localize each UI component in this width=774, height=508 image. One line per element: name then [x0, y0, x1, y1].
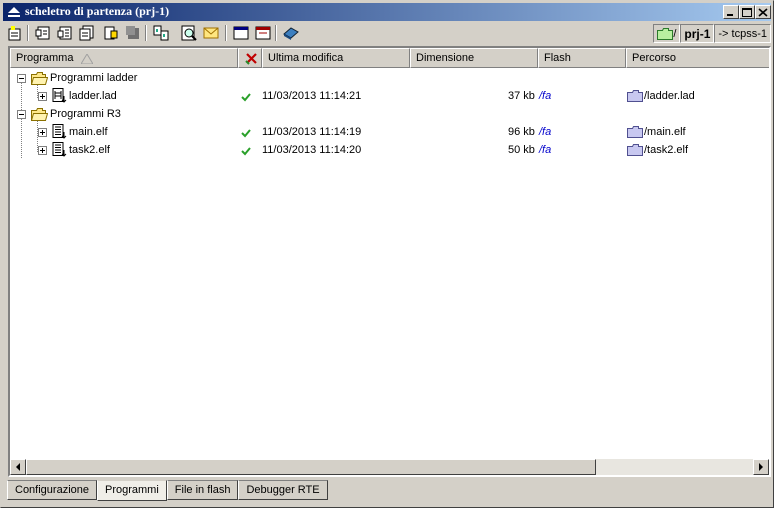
stop-button[interactable]: [123, 24, 143, 42]
arrow-left-icon: [16, 463, 20, 471]
collapse-toggle[interactable]: [17, 110, 26, 119]
expand-toggle[interactable]: [38, 128, 47, 137]
tree-group-programmi-r3[interactable]: Programmi R3: [10, 105, 769, 123]
item-modified: 11/03/2013 11:14:19: [262, 126, 362, 138]
group-label: Programmi R3: [50, 108, 121, 120]
item-path: /main.elf: [644, 126, 686, 138]
scrollbar-thumb[interactable]: [26, 459, 596, 475]
open-file-button[interactable]: [33, 24, 53, 42]
tab-file-in-flash[interactable]: File in flash: [166, 480, 239, 500]
new-project-icon: [8, 26, 21, 41]
maximize-button[interactable]: [739, 5, 755, 19]
elf-file-icon: [52, 142, 67, 157]
toolbar: / prj-1 -> tcpss-1: [3, 22, 771, 44]
tree-group-programmi-ladder[interactable]: Programmi ladder: [10, 69, 769, 87]
item-path: /ladder.lad: [644, 90, 695, 102]
tab-programmi[interactable]: Programmi: [97, 480, 167, 501]
status-x-icon: [245, 53, 257, 65]
title-bar[interactable]: scheletro di partenza (prj-1): [3, 3, 771, 21]
scroll-left-button[interactable]: [10, 459, 26, 475]
list-header: Programma Ultima modifica Dimensione Fla…: [10, 48, 769, 68]
column-header-percorso[interactable]: Percorso: [626, 48, 769, 68]
sort-ascending-icon: [81, 54, 93, 64]
check-icon: [241, 147, 251, 156]
target-name[interactable]: -> tcpss-1: [714, 24, 771, 43]
item-modified: 11/03/2013 11:14:20: [262, 144, 362, 156]
print-button[interactable]: [101, 24, 121, 42]
column-label: Programma: [16, 52, 74, 64]
window-alt-button[interactable]: [253, 24, 273, 42]
item-name: ladder.lad: [69, 90, 117, 102]
column-header-flash[interactable]: Flash: [538, 48, 626, 68]
project-selector: / prj-1 -> tcpss-1: [653, 24, 771, 43]
save-file-button[interactable]: [55, 24, 75, 42]
app-window: scheletro di partenza (prj-1) / prj-1 ->…: [0, 0, 774, 508]
green-folder-icon: [657, 27, 674, 40]
scroll-right-button[interactable]: [753, 459, 769, 475]
stop-icon: [126, 26, 139, 39]
window-title: scheletro di partenza (prj-1): [25, 4, 170, 18]
item-name: task2.elf: [69, 144, 110, 156]
elf-file-icon: [52, 124, 67, 139]
item-flash[interactable]: /fa: [539, 141, 551, 159]
compare-icon: [153, 25, 169, 41]
mail-icon: [203, 27, 219, 39]
save-all-icon: [79, 25, 94, 41]
window-icon: [233, 26, 249, 40]
list-item[interactable]: main.elf 11/03/2013 11:14:19 96 kb /fa /…: [10, 123, 769, 141]
column-header-dimensione[interactable]: Dimensione: [410, 48, 538, 68]
print-icon: [104, 26, 118, 40]
eject-icon: [8, 7, 20, 17]
item-size: 96 kb: [508, 126, 535, 138]
project-path: /: [673, 27, 677, 40]
group-label: Programmi ladder: [50, 72, 138, 84]
compare-button[interactable]: [151, 24, 171, 42]
collapse-toggle[interactable]: [17, 74, 26, 83]
item-path: /task2.elf: [644, 144, 689, 156]
bottom-tabs: Configurazione Programmi File in flash D…: [7, 480, 328, 501]
check-icon: [241, 93, 251, 102]
expand-toggle[interactable]: [38, 146, 47, 155]
column-header-programma[interactable]: Programma: [10, 48, 238, 68]
project-name[interactable]: prj-1: [680, 24, 715, 43]
project-folder[interactable]: /: [653, 24, 681, 43]
tab-debugger-rte[interactable]: Debugger RTE: [238, 480, 328, 500]
program-list[interactable]: Programma Ultima modifica Dimensione Fla…: [8, 46, 771, 477]
book-icon: [283, 27, 299, 40]
item-name: main.elf: [69, 126, 108, 138]
horizontal-scrollbar[interactable]: [10, 459, 769, 475]
mail-button[interactable]: [201, 24, 221, 42]
item-size: 50 kb: [508, 144, 535, 156]
column-header-status[interactable]: [238, 48, 262, 68]
open-folder-icon: [31, 72, 48, 85]
folder-icon: [627, 144, 643, 156]
item-flash[interactable]: /fa: [539, 123, 551, 141]
arrow-right-icon: [759, 463, 763, 471]
tab-configurazione[interactable]: Configurazione: [7, 480, 97, 500]
folder-icon: [627, 90, 643, 102]
minimize-button[interactable]: [723, 5, 739, 19]
window-button[interactable]: [231, 24, 251, 42]
item-modified: 11/03/2013 11:14:21: [262, 90, 362, 102]
folder-icon: [627, 126, 643, 138]
find-button[interactable]: [179, 24, 199, 42]
close-button[interactable]: [755, 5, 771, 19]
item-size: 37 kb: [508, 90, 535, 102]
list-item[interactable]: task2.elf 11/03/2013 11:14:20 50 kb /fa …: [10, 141, 769, 159]
column-header-ultima-modifica[interactable]: Ultima modifica: [262, 48, 410, 68]
open-file-icon: [35, 26, 50, 40]
item-flash[interactable]: /fa: [539, 87, 551, 105]
new-project-button[interactable]: [5, 24, 25, 42]
open-folder-icon: [31, 108, 48, 121]
book-button[interactable]: [281, 24, 301, 42]
ladder-file-icon: [52, 88, 67, 103]
save-file-icon: [57, 26, 72, 40]
save-all-button[interactable]: [77, 24, 97, 42]
expand-toggle[interactable]: [38, 92, 47, 101]
window-alt-icon: [255, 26, 271, 40]
check-icon: [241, 129, 251, 138]
find-icon: [181, 25, 197, 41]
list-item[interactable]: ladder.lad 11/03/2013 11:14:21 37 kb /fa…: [10, 87, 769, 105]
